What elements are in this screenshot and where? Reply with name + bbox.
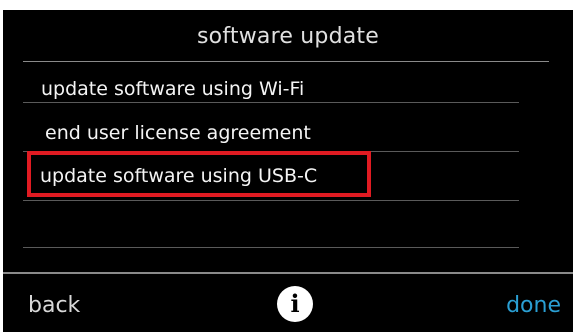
menu-item-update-usb-c[interactable]: update software using USB-C: [40, 165, 317, 187]
footer-divider: [3, 272, 573, 274]
menu-divider: [23, 247, 519, 248]
thermostat-screen: software update update software using Wi…: [3, 10, 573, 332]
menu-item-update-wifi[interactable]: update software using Wi-Fi: [41, 78, 304, 100]
menu-item-eula[interactable]: end user license agreement: [45, 122, 311, 144]
screen-title: software update: [197, 24, 379, 49]
title-divider: [23, 61, 549, 62]
menu-divider: [23, 200, 519, 201]
menu-divider: [23, 102, 519, 103]
info-icon[interactable]: i: [277, 286, 313, 322]
back-button[interactable]: back: [28, 293, 80, 318]
done-button[interactable]: done: [506, 293, 561, 318]
